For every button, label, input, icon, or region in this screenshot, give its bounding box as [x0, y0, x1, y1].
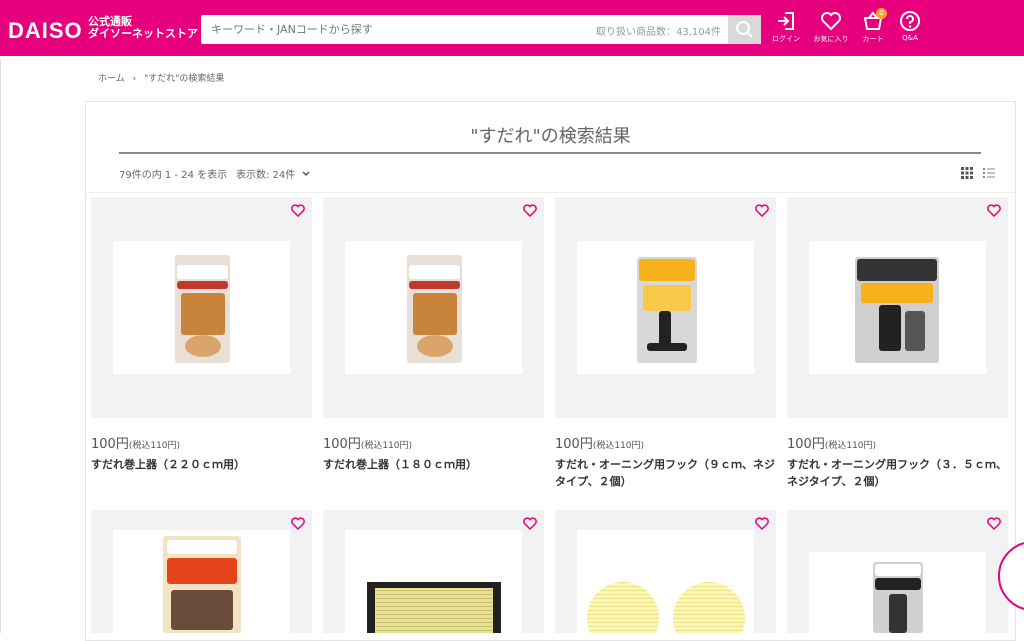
breadcrumb-current: "すだれ"の検索結果 [144, 74, 225, 84]
product-price: 100円(税込110円) [91, 437, 181, 452]
heart-icon[interactable] [291, 204, 305, 217]
result-count: 79件の内 1 - 24 を表示 [119, 170, 228, 181]
cart-label: カート [862, 35, 884, 43]
cart-count-badge: 0 [876, 8, 887, 19]
favorite-label: お気に入り [813, 35, 849, 43]
login-icon [778, 12, 794, 30]
product-price: 100円(税込110円) [323, 437, 413, 452]
heart-icon[interactable] [987, 517, 1001, 530]
logo-sub-line-2: ダイソーネットストア [88, 27, 198, 40]
product-card[interactable] [787, 510, 1008, 633]
heart-icon[interactable] [755, 517, 769, 530]
page-title: "すだれ"の検索結果 [470, 126, 631, 147]
heart-icon[interactable] [523, 517, 537, 530]
product-name[interactable]: すだれ・オーニング用フック（３．５ｃｍ、ネジタイプ、２個） [787, 456, 1012, 490]
list-view-icon[interactable] [983, 167, 995, 179]
product-image[interactable] [809, 552, 986, 633]
product-card[interactable] [323, 197, 544, 418]
chevron-down-icon [302, 171, 310, 177]
help-link[interactable]: Q&A [888, 10, 932, 42]
heart-icon[interactable] [987, 204, 1001, 217]
title-underline [119, 152, 981, 154]
login-label: ログイン [772, 35, 800, 43]
breadcrumb: ホーム › "すだれ"の検索結果 [98, 71, 229, 84]
left-divider [0, 60, 1, 633]
product-card[interactable] [323, 510, 544, 633]
product-image[interactable] [577, 241, 754, 374]
product-card[interactable] [555, 510, 776, 633]
help-icon [900, 11, 920, 31]
product-image[interactable] [113, 530, 290, 633]
product-image[interactable] [345, 530, 522, 633]
product-image[interactable] [113, 241, 290, 374]
product-image[interactable] [809, 241, 986, 374]
help-label: Q&A [902, 34, 918, 42]
per-page-select[interactable]: 表示数: 24件 [236, 166, 310, 181]
toolbar-divider [85, 192, 1016, 193]
search-icon [736, 21, 753, 38]
heart-icon[interactable] [523, 204, 537, 217]
login-link[interactable]: ログイン [764, 10, 808, 44]
heart-icon[interactable] [291, 517, 305, 530]
breadcrumb-home[interactable]: ホーム [98, 74, 125, 84]
product-image[interactable] [577, 530, 754, 633]
breadcrumb-separator: › [132, 74, 137, 84]
product-card[interactable] [91, 197, 312, 418]
favorite-link[interactable]: お気に入り [809, 10, 853, 44]
heart-icon[interactable] [755, 204, 769, 217]
product-card[interactable] [91, 510, 312, 633]
product-price: 100円(税込110円) [555, 437, 645, 452]
grid-view-icon[interactable] [961, 167, 973, 179]
favorite-icon [821, 12, 841, 31]
logo-subtitle[interactable]: 公式通販 ダイソーネットストア [88, 16, 198, 40]
per-page-label: 表示数: 24件 [236, 170, 296, 181]
item-count: 取り扱い商品数：43,104件 [596, 27, 721, 38]
site-header: DAISO 公式通販 ダイソーネットストア 取り扱い商品数：43,104件 ログ… [0, 0, 1024, 56]
product-name[interactable]: すだれ巻上器（２２０ｃｍ用） [91, 456, 316, 473]
search-bar: 取り扱い商品数：43,104件 [201, 15, 761, 44]
search-input[interactable] [201, 15, 601, 44]
product-card[interactable] [787, 197, 1008, 418]
daiso-logo[interactable]: DAISO [8, 18, 83, 44]
product-card[interactable] [555, 197, 776, 418]
product-image[interactable] [345, 241, 522, 374]
product-name[interactable]: すだれ巻上器（１８０ｃｍ用） [323, 456, 548, 473]
product-price: 100円(税込110円) [787, 437, 877, 452]
product-name[interactable]: すだれ・オーニング用フック（９ｃｍ、ネジタイプ、２個） [555, 456, 780, 490]
search-button[interactable] [728, 15, 761, 44]
